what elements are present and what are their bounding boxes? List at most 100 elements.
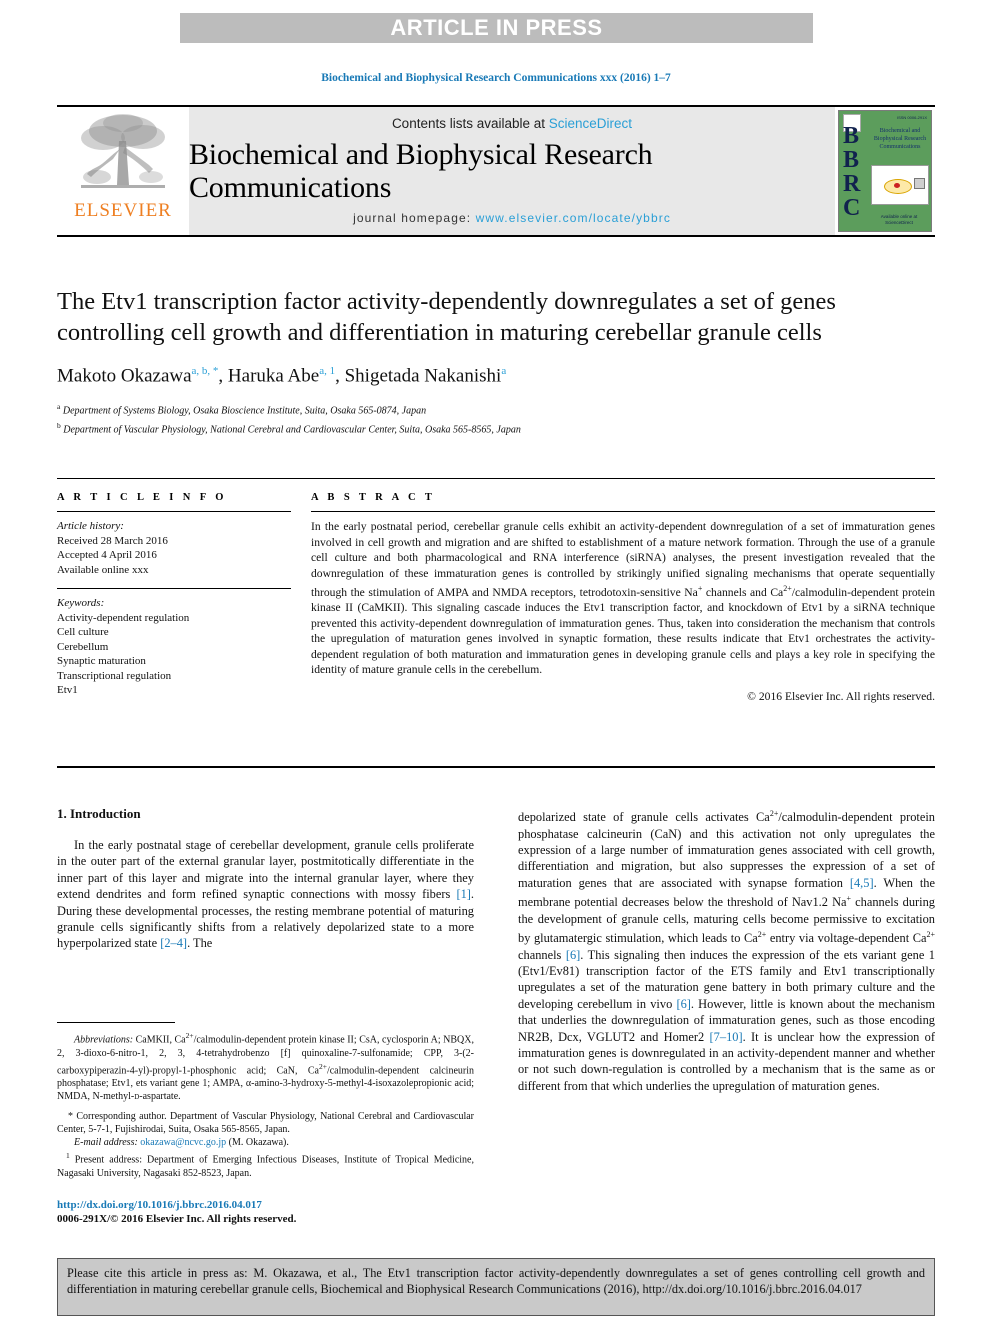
doi-link[interactable]: http://dx.doi.org/10.1016/j.bbrc.2016.04…	[57, 1198, 474, 1212]
affiliation-text: Department of Systems Biology, Osaka Bio…	[62, 405, 427, 417]
abstract-part-3: /calmodulin-dependent protein kinase II …	[311, 585, 936, 677]
footnote-area: Abbreviations: CaMKII, Ca2+/calmodulin-d…	[57, 1022, 474, 1226]
abstract-text: In the early postnatal period, cerebella…	[311, 519, 935, 678]
intro-right-e: entry via voltage-dependent Ca	[766, 931, 927, 946]
article-info-column: A R T I C L E I N F O Article history: R…	[57, 492, 309, 752]
intro-left-c: . The	[187, 936, 213, 951]
citation-ref-1[interactable]: [1]	[456, 887, 470, 901]
cite-this-article-text: Please cite this article in press as: M.…	[67, 1266, 925, 1297]
abbrev-sup-2: 2+	[318, 1061, 327, 1071]
present-address-mark: 1	[66, 1151, 70, 1161]
article-in-press-banner: ARTICLE IN PRESS	[180, 13, 813, 43]
intro-right-sup-4: 2+	[926, 930, 935, 940]
elsevier-logo: ELSEVIER	[57, 107, 189, 235]
history-item: Available online xxx	[57, 563, 149, 576]
affiliation-mark: b	[57, 420, 61, 430]
cover-journal-title: Biochemical and Biophysical Research Com…	[873, 128, 927, 150]
author-affiliation-marks: a, 1	[319, 365, 336, 377]
abbrev-e: -aspartate.	[139, 1091, 181, 1103]
email-label: E-mail address:	[74, 1137, 138, 1149]
cover-figure-square	[914, 178, 925, 189]
abstract-rule	[311, 511, 935, 512]
issn-copyright-line: 0006-291X/© 2016 Elsevier Inc. All right…	[57, 1213, 297, 1226]
abbrev-sup-1: 2+	[185, 1031, 194, 1040]
sciencedirect-link[interactable]: ScienceDirect	[549, 116, 632, 131]
abbreviations-footnote: Abbreviations: CaMKII, Ca2+/calmodulin-d…	[57, 1029, 474, 1104]
journal-cover-thumbnail: ISSN 0006-291X BBRC Biochemical and Biop…	[835, 107, 935, 235]
cover-figure-dot	[894, 183, 900, 188]
abstract-sup-ca: 2+	[783, 584, 792, 593]
journal-title: Biochemical and Biophysical Research Com…	[189, 138, 653, 204]
body-column-left: 1. Introduction In the early postnatal s…	[57, 806, 474, 1225]
article-in-press-label: ARTICLE IN PRESS	[390, 15, 603, 40]
intro-right-f: channels	[518, 947, 566, 962]
abstract-column: A B S T R A C T In the early postnatal p…	[309, 492, 935, 752]
cover-figure	[871, 165, 929, 205]
author-affiliation-marks: a, b, *	[191, 365, 219, 377]
contents-lists-prefix: Contents lists available at	[391, 116, 549, 131]
cover-footer-text: Available online at ScienceDirect	[880, 214, 918, 225]
abstract-part-2: channels and Ca	[702, 585, 784, 599]
title-block: The Etv1 transcription factor activity-d…	[57, 286, 877, 437]
article-info-heading: A R T I C L E I N F O	[57, 492, 227, 503]
journal-cover-image: ISSN 0006-291X BBRC Biochemical and Biop…	[838, 110, 932, 232]
corresponding-author-footnote: * Corresponding author. Department of Va…	[57, 1110, 474, 1136]
info-abstract-band: A R T I C L E I N F O Article history: R…	[57, 478, 935, 768]
affiliation-text: Department of Vascular Physiology, Natio…	[63, 423, 521, 435]
body-columns: 1. Introduction In the early postnatal s…	[57, 806, 935, 1238]
affiliation-mark: a	[57, 402, 61, 412]
section-heading-introduction: 1. Introduction	[57, 806, 141, 821]
citation-ref-6b[interactable]: [6]	[676, 997, 690, 1011]
affiliation-item: a Department of Systems Biology, Osaka B…	[57, 400, 877, 418]
article-info-rule	[57, 511, 291, 512]
cover-issn-label: ISSN 0006-291X	[896, 115, 927, 120]
keyword-item: Transcriptional regulation	[57, 669, 172, 682]
abbrev-a: CaMKII, Ca	[133, 1034, 186, 1046]
journal-masthead: ELSEVIER Contents lists available at Sci…	[57, 105, 935, 237]
article-history-group: Article history: Received 28 March 2016 …	[57, 519, 291, 577]
intro-paragraph-right: depolarized state of granule cells activ…	[518, 806, 935, 1094]
citation-ref-2-4[interactable]: [2–4]	[160, 936, 187, 950]
abstract-heading: A B S T R A C T	[311, 492, 436, 503]
cite-this-article-box: Please cite this article in press as: M.…	[57, 1258, 935, 1316]
author-affiliation-marks: a	[501, 365, 507, 377]
keyword-item: Cell culture	[57, 626, 109, 638]
keyword-item: Activity-dependent regulation	[57, 611, 190, 624]
intro-right-a: depolarized state of granule cells activ…	[518, 810, 770, 825]
present-address-footnote: 1 Present address: Department of Emergin…	[57, 1149, 474, 1180]
citation-ref-6a[interactable]: [6]	[566, 948, 580, 962]
contents-lists-line: Contents lists available at ScienceDirec…	[392, 116, 632, 131]
journal-homepage-prefix: journal homepage:	[353, 211, 476, 225]
citation-ref-4-5[interactable]: [4,5]	[850, 876, 874, 890]
author-name: Haruka Abe	[227, 365, 320, 387]
page-title: The Etv1 transcription factor activity-d…	[57, 288, 836, 346]
author-name: Makoto Okazawa	[57, 365, 192, 387]
citation-ref-7-10[interactable]: [7–10]	[710, 1030, 743, 1044]
keywords-rule	[57, 588, 291, 589]
article-page: ARTICLE IN PRESS Biochemical and Biophys…	[0, 0, 992, 1323]
keyword-item: Etv1	[57, 684, 78, 696]
running-head: Biochemical and Biophysical Research Com…	[321, 72, 671, 84]
cover-bbrc-letters: BBRC	[843, 123, 861, 221]
intro-paragraph-left: In the early postnatal stage of cerebell…	[57, 837, 474, 952]
email-suffix: (M. Okazawa).	[226, 1137, 289, 1149]
journal-homepage-link[interactable]: www.elsevier.com/locate/ybbrc	[476, 211, 671, 225]
masthead-center: Contents lists available at ScienceDirec…	[189, 107, 835, 235]
article-history-label: Article history:	[57, 520, 124, 532]
body-column-right: depolarized state of granule cells activ…	[518, 806, 935, 1094]
present-address-text: Present address: Department of Emerging …	[57, 1154, 474, 1179]
keywords-group: Keywords: Activity-dependent regulation …	[57, 596, 291, 698]
affiliation-list: a Department of Systems Biology, Osaka B…	[57, 400, 877, 437]
corresponding-author-mark: *	[68, 1110, 73, 1122]
corresponding-author-text: Corresponding author. Department of Vasc…	[57, 1110, 474, 1135]
footnote-divider	[57, 1022, 175, 1023]
abstract-copyright: © 2016 Elsevier Inc. All rights reserved…	[747, 689, 935, 703]
abbreviations-label: Abbreviations:	[74, 1034, 134, 1046]
keywords-label: Keywords:	[57, 597, 105, 609]
intro-right-sup-3: 2+	[757, 930, 767, 940]
author-name: Shigetada Nakanishi	[344, 365, 502, 387]
author-list: Makoto Okazawaa, b, *, Haruka Abea, 1, S…	[57, 365, 507, 387]
intro-left-a: In the early postnatal stage of cerebell…	[57, 838, 474, 902]
email-link[interactable]: okazawa@ncvc.go.jp	[140, 1137, 226, 1148]
